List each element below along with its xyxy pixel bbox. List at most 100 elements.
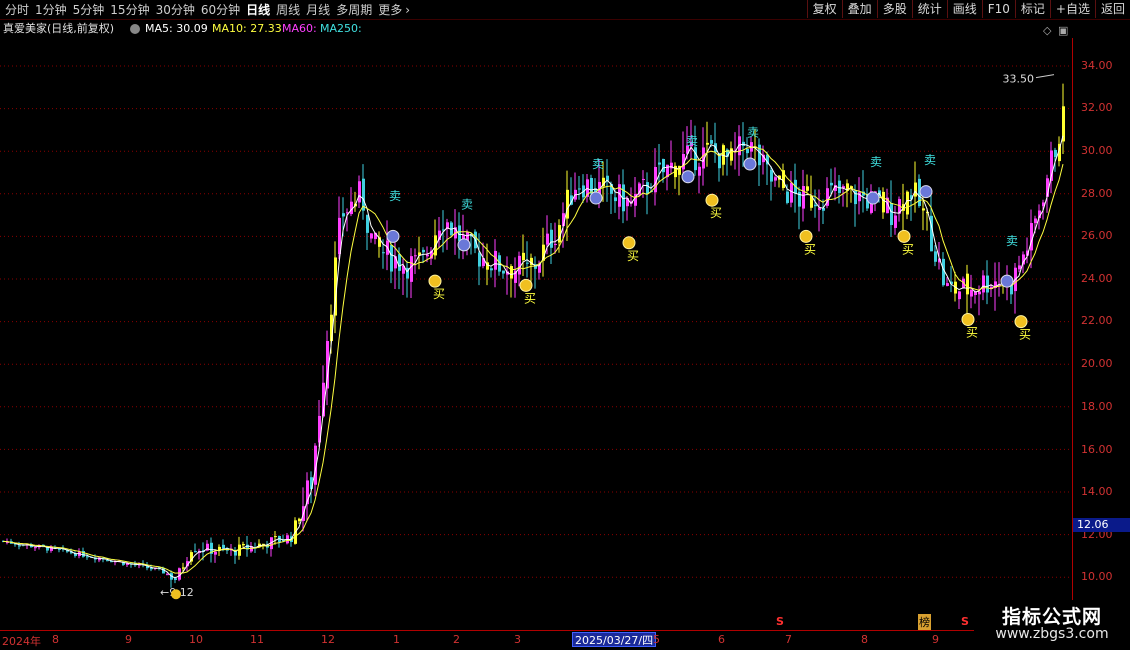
month-label: 11 bbox=[250, 633, 264, 646]
kline-chart[interactable]: 卖卖卖卖卖卖卖卖买买买买买买买买33.50←9.12 bbox=[0, 38, 1072, 630]
month-label: 8 bbox=[861, 633, 868, 646]
candle-body bbox=[478, 252, 481, 267]
candle-body bbox=[1054, 149, 1057, 158]
tab-monthly[interactable]: 月线 bbox=[305, 2, 335, 18]
candle-body bbox=[906, 191, 909, 215]
buy-signal-label: 买 bbox=[433, 287, 445, 301]
month-label: 9 bbox=[932, 633, 939, 646]
buy-coin-icon bbox=[705, 193, 719, 207]
sell-signal-label: 卖 bbox=[924, 153, 936, 167]
tab-5min[interactable]: 5分钟 bbox=[72, 2, 110, 18]
buy-coin-icon bbox=[622, 236, 636, 250]
fuquan-button[interactable]: 复权 bbox=[806, 0, 842, 18]
draw-line-button[interactable]: 画线 bbox=[946, 0, 982, 18]
tab-more-label: 更多 bbox=[378, 3, 403, 17]
tick-label: 34.00 bbox=[1081, 59, 1113, 72]
candle-body bbox=[966, 273, 969, 295]
tick-label: 30.00 bbox=[1081, 144, 1113, 157]
month-label: 7 bbox=[785, 633, 792, 646]
tick-label: 28.00 bbox=[1081, 187, 1113, 200]
sell-signal-label: 卖 bbox=[389, 189, 401, 203]
period-toolbar: 分时 1分钟 5分钟 15分钟 30分钟 60分钟 日线 周线 月线 多周期 更… bbox=[0, 0, 1130, 20]
candle-body bbox=[786, 191, 789, 203]
buy-coin-icon bbox=[171, 589, 181, 600]
candle-body bbox=[554, 243, 557, 245]
month-label: 1 bbox=[393, 633, 400, 646]
tab-1min[interactable]: 1分钟 bbox=[34, 2, 72, 18]
tab-30min[interactable]: 30分钟 bbox=[155, 2, 200, 18]
candle-body bbox=[758, 144, 761, 166]
buy-coin-icon bbox=[961, 312, 975, 326]
stats-button[interactable]: 统计 bbox=[911, 0, 947, 18]
candle-body bbox=[978, 291, 981, 295]
multi-stock-button[interactable]: 多股 bbox=[876, 0, 912, 18]
candle-body bbox=[1034, 218, 1037, 224]
candle-body bbox=[166, 574, 169, 576]
candle-body bbox=[922, 208, 925, 211]
tick-label: 20.00 bbox=[1081, 357, 1113, 370]
event-s-marker[interactable]: S bbox=[961, 615, 969, 628]
candle-body bbox=[806, 186, 809, 191]
buy-signal-label: 买 bbox=[1019, 328, 1031, 342]
ma250-label: MA250: bbox=[320, 22, 362, 35]
tab-daily[interactable]: 日线 bbox=[245, 2, 275, 18]
tab-weekly[interactable]: 周线 bbox=[275, 2, 305, 18]
candle-body bbox=[694, 147, 697, 171]
candle-body bbox=[422, 249, 425, 253]
candle-body bbox=[494, 250, 497, 270]
buy-signal-label: 买 bbox=[902, 242, 914, 256]
tick-label: 22.00 bbox=[1081, 314, 1113, 327]
tab-15min[interactable]: 15分钟 bbox=[109, 2, 154, 18]
sell-face-icon bbox=[1000, 274, 1014, 288]
watermark-title: 指标公式网 bbox=[1001, 606, 1102, 628]
candle-body bbox=[774, 177, 777, 181]
candle-body bbox=[358, 181, 361, 203]
date-axis: 2024年 8 9 10 11 12 1 2 3 2025/03/27/四 5 … bbox=[0, 630, 1072, 650]
event-s-marker[interactable]: S bbox=[776, 615, 784, 628]
candle-body bbox=[274, 536, 277, 538]
indicator-toggle-icon[interactable] bbox=[130, 24, 140, 34]
tick-label: 32.00 bbox=[1081, 101, 1113, 114]
candle-body bbox=[914, 182, 917, 197]
candle-body bbox=[382, 252, 385, 254]
f10-button[interactable]: F10 bbox=[981, 0, 1015, 18]
candle-body bbox=[770, 170, 773, 182]
candle-body bbox=[510, 266, 513, 279]
candle-body bbox=[890, 202, 893, 226]
back-button[interactable]: 返回 bbox=[1094, 0, 1130, 18]
sell-signal-label: 卖 bbox=[461, 198, 473, 212]
candle-body bbox=[362, 178, 365, 211]
sell-signal-label: 卖 bbox=[870, 155, 882, 169]
candle-body bbox=[814, 204, 817, 207]
tab-multi-period[interactable]: 多周期 bbox=[335, 2, 377, 18]
tab-fenshi[interactable]: 分时 bbox=[4, 2, 34, 18]
month-label: 12 bbox=[321, 633, 335, 646]
longhu-bang-marker[interactable]: 榜 bbox=[918, 614, 931, 630]
last-price-tag: 12.06 bbox=[1073, 518, 1130, 532]
tab-more[interactable]: 更多 › bbox=[377, 2, 415, 18]
watermark-url: www.zbgs3.com bbox=[995, 626, 1109, 642]
tick-label: 26.00 bbox=[1081, 229, 1113, 242]
month-label: 10 bbox=[189, 633, 203, 646]
tick-label: 10.00 bbox=[1081, 570, 1113, 583]
sell-signal-label: 卖 bbox=[592, 157, 604, 171]
overlay-button[interactable]: 叠加 bbox=[841, 0, 877, 18]
buy-signal-label: 买 bbox=[710, 206, 722, 220]
candle-body bbox=[182, 567, 185, 569]
candle-body bbox=[646, 182, 649, 194]
candle-body bbox=[550, 229, 553, 248]
sell-signal-label: 卖 bbox=[686, 134, 698, 148]
candle-body bbox=[18, 545, 21, 547]
buy-coin-icon bbox=[1014, 315, 1028, 329]
site-watermark: 指标公式网 www.zbgs3.com bbox=[974, 600, 1130, 648]
candle-body bbox=[746, 148, 749, 154]
add-watchlist-button[interactable]: +自选 bbox=[1049, 0, 1095, 18]
high-pointer-line bbox=[1035, 74, 1055, 79]
candle-body bbox=[398, 254, 401, 271]
candle-body bbox=[614, 197, 617, 202]
tab-60min[interactable]: 60分钟 bbox=[200, 2, 245, 18]
mark-button[interactable]: 标记 bbox=[1014, 0, 1050, 18]
ma10-label: MA10: 27.33 bbox=[212, 22, 282, 35]
candle-body bbox=[214, 551, 217, 555]
candle-body bbox=[370, 233, 373, 239]
